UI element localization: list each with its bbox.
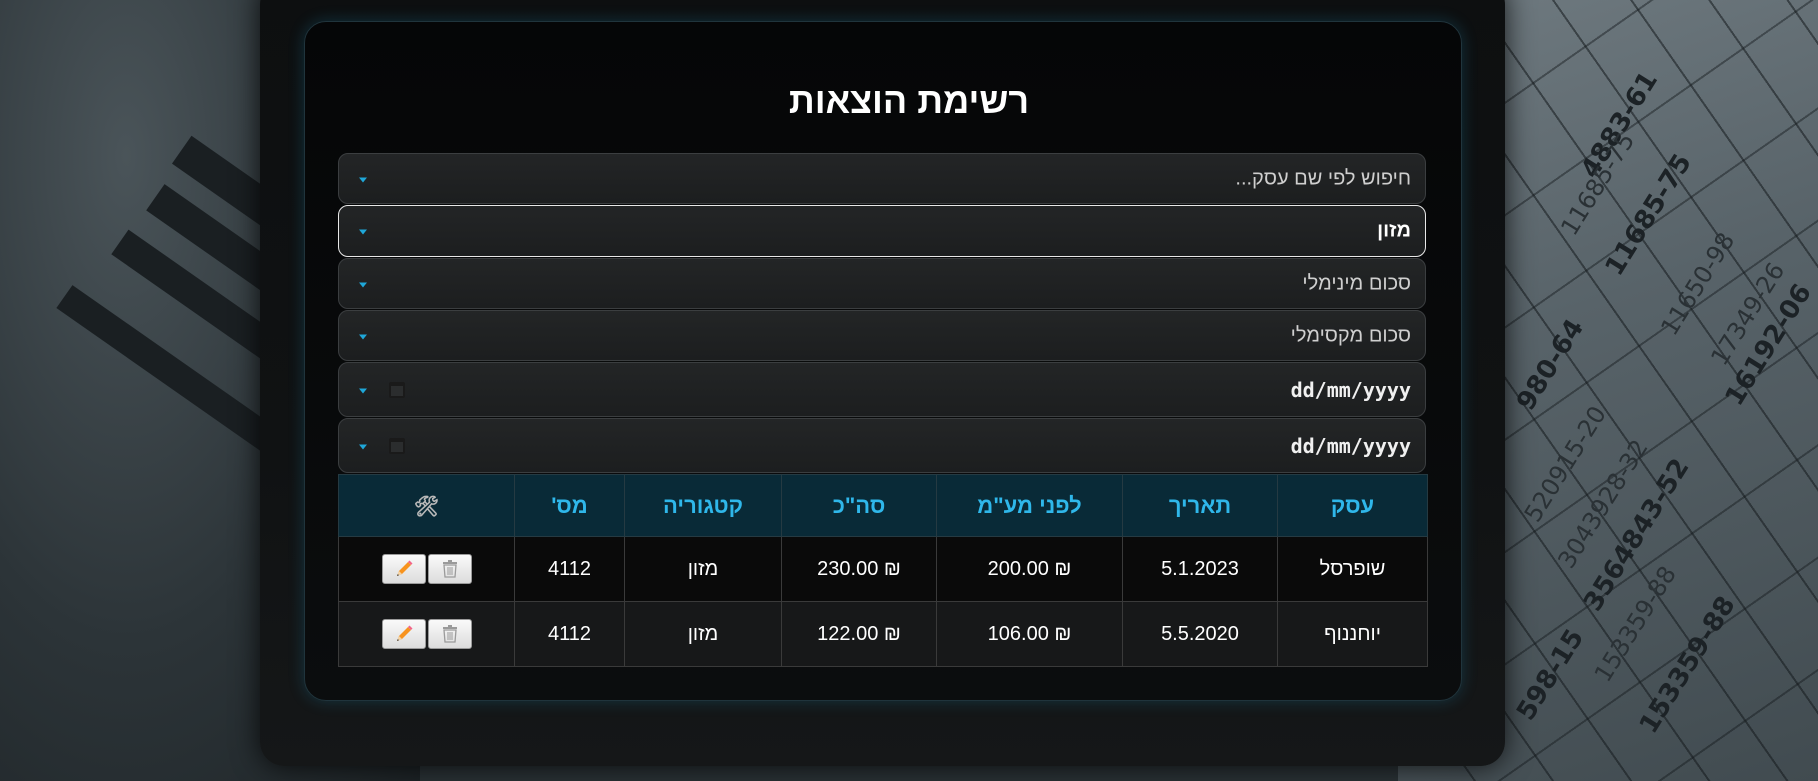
- table-row: יוחננוף 5.5.2020 ₪ 106.00 ₪ 122.00 מזון …: [338, 601, 1428, 667]
- max-amount-placeholder: סכום מקסימלי: [1290, 324, 1411, 346]
- cell-date: 5.5.2020: [1122, 601, 1278, 667]
- pencil-icon: [396, 560, 412, 576]
- date-from-placeholder: dd/mm/yyyy: [1290, 377, 1411, 402]
- cell-total: ₪ 122.00: [781, 601, 937, 667]
- expenses-table: עסק תאריך לפני מע"מ סה"כ קטגוריה מס' 🛠 ש…: [338, 474, 1428, 667]
- date-to-placeholder: dd/mm/yyyy: [1290, 433, 1411, 458]
- min-amount-placeholder: סכום מינימלי: [1302, 272, 1411, 294]
- search-placeholder: חיפוש לפי שם עסק...: [1235, 167, 1411, 189]
- cell-number: 4112: [514, 536, 625, 602]
- cell-number: 4112: [514, 601, 625, 667]
- header-before-vat[interactable]: לפני מע"מ: [936, 474, 1123, 537]
- caret-down-icon: [359, 282, 367, 287]
- caret-down-icon: [359, 388, 367, 393]
- page-title: רשימת הוצאות: [788, 80, 1030, 121]
- tools-icon: 🛠: [413, 495, 440, 518]
- search-input[interactable]: חיפוש לפי שם עסק...: [338, 153, 1426, 204]
- cell-before-vat: ₪ 106.00: [936, 601, 1123, 667]
- caret-down-icon: [359, 177, 367, 182]
- cell-business: יוחננוף: [1277, 601, 1428, 667]
- header-actions: 🛠: [338, 474, 515, 537]
- header-category[interactable]: קטגוריה: [624, 474, 782, 537]
- cell-actions: [338, 601, 515, 667]
- trash-icon: [442, 625, 457, 643]
- cell-total: ₪ 230.00: [781, 536, 937, 602]
- date-from-input[interactable]: dd/mm/yyyy: [338, 362, 1426, 417]
- delete-button[interactable]: [427, 619, 472, 649]
- table-row: שופרסל 5.1.2023 ₪ 200.00 ₪ 230.00 מזון 4…: [338, 536, 1428, 602]
- caret-down-icon: [359, 444, 367, 449]
- edit-button[interactable]: [381, 619, 426, 649]
- cell-date: 5.1.2023: [1122, 536, 1278, 602]
- cell-before-vat: ₪ 200.00: [936, 536, 1123, 602]
- edit-button[interactable]: [381, 554, 426, 584]
- pencil-icon: [396, 625, 412, 641]
- table-header-row: עסק תאריך לפני מע"מ סה"כ קטגוריה מס' 🛠: [338, 474, 1428, 537]
- delete-button[interactable]: [427, 554, 472, 584]
- header-total[interactable]: סה"כ: [781, 474, 937, 537]
- caret-down-icon: [359, 229, 367, 235]
- cell-business: שופרסל: [1277, 536, 1428, 602]
- cell-actions: [338, 536, 515, 602]
- max-amount-input[interactable]: סכום מקסימלי: [338, 310, 1426, 361]
- calendar-icon[interactable]: [389, 437, 405, 454]
- header-number[interactable]: מס': [514, 474, 625, 537]
- calendar-icon[interactable]: [389, 381, 405, 398]
- trash-icon: [442, 560, 457, 578]
- header-business[interactable]: עסק: [1277, 474, 1428, 537]
- caret-down-icon: [359, 334, 367, 339]
- category-select[interactable]: מזון: [338, 205, 1426, 257]
- date-to-input[interactable]: dd/mm/yyyy: [338, 418, 1426, 473]
- header-date[interactable]: תאריך: [1122, 474, 1278, 537]
- cell-category: מזון: [624, 601, 782, 667]
- min-amount-input[interactable]: סכום מינימלי: [338, 258, 1426, 309]
- category-selected-value: מזון: [1377, 219, 1411, 242]
- cell-category: מזון: [624, 536, 782, 602]
